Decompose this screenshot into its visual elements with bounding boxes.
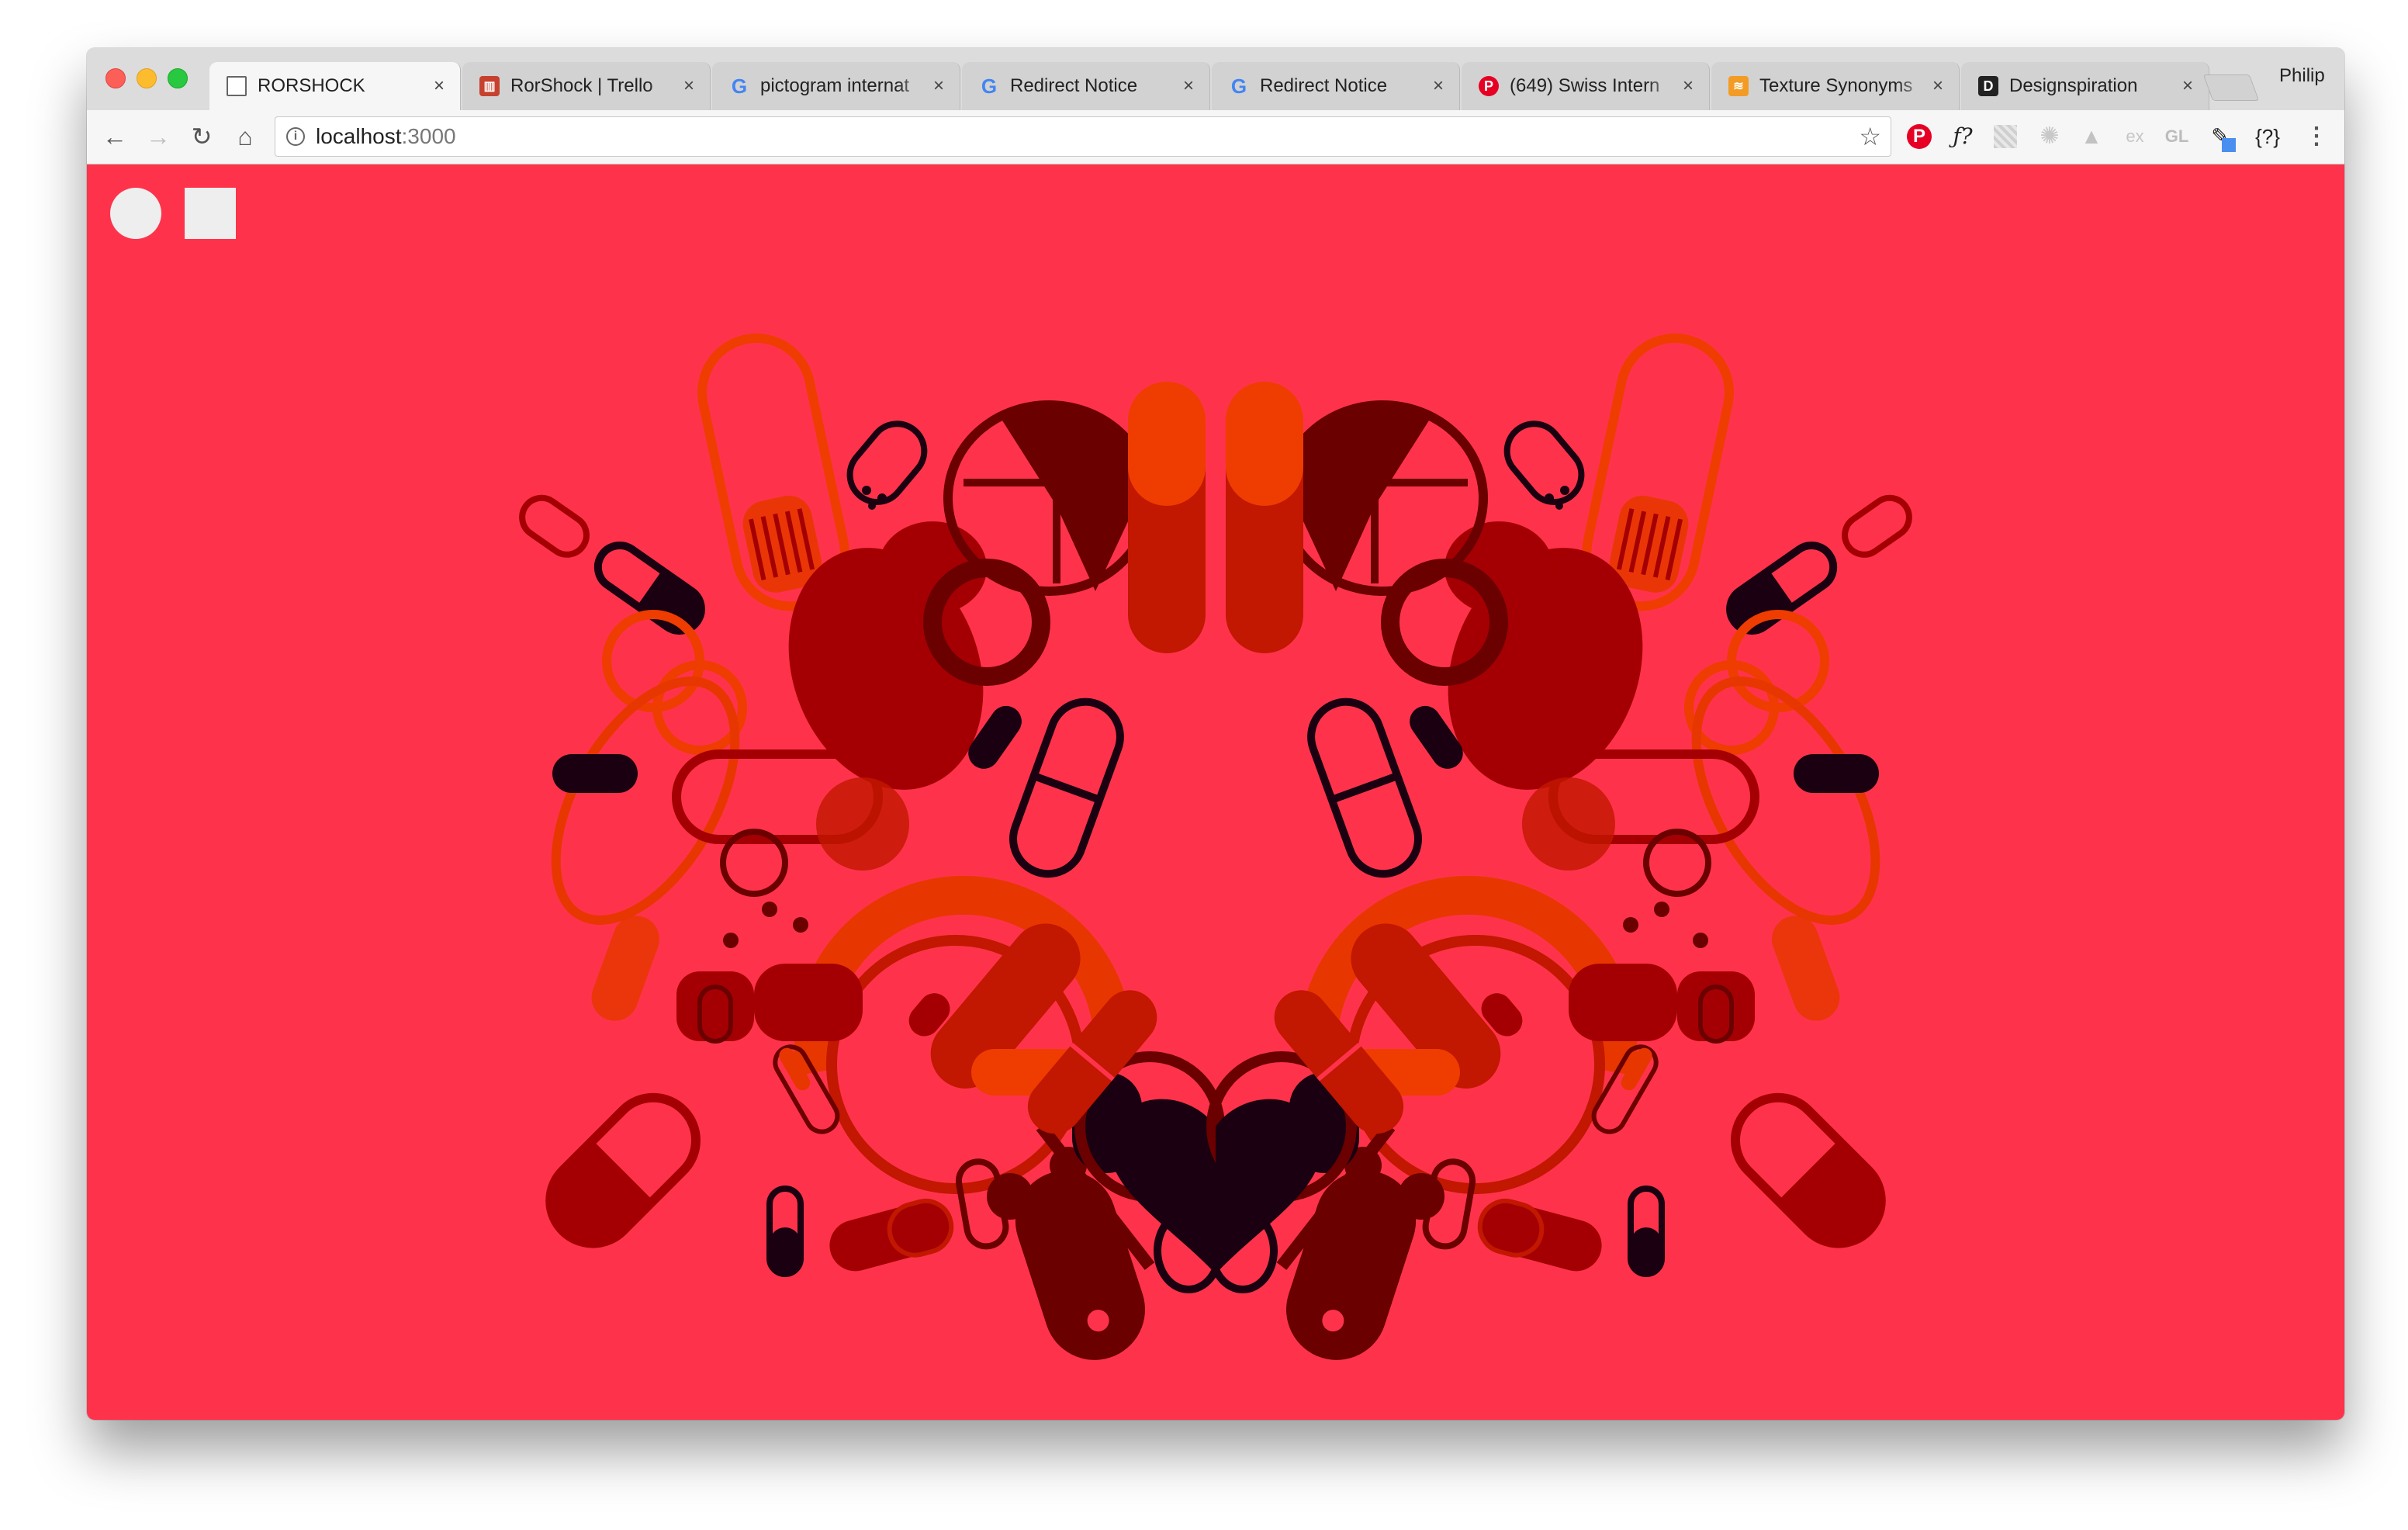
- google-icon: G: [1230, 74, 1247, 98]
- tab-rorshock[interactable]: RORSHOCK ×: [209, 62, 461, 110]
- gl-extension-icon[interactable]: GL: [2163, 123, 2191, 151]
- bookmark-star-icon[interactable]: ☆: [1859, 122, 1881, 151]
- tab-redirect-1[interactable]: G Redirect Notice ×: [962, 62, 1210, 110]
- browser-toolbar: ← → ↻ ⌂ i localhost:3000 ☆ P ƒ? ✺ ▲ ex G…: [87, 110, 2344, 164]
- tab-title: Redirect Notice: [1260, 75, 1428, 97]
- tab-trello[interactable]: ▥ RorShock | Trello ×: [462, 62, 711, 110]
- close-icon[interactable]: ×: [1928, 75, 1948, 97]
- menu-dots-icon[interactable]: ⋮: [2302, 123, 2330, 151]
- close-icon[interactable]: ×: [1428, 75, 1448, 97]
- trello-icon: ▥: [479, 76, 500, 96]
- tab-texture[interactable]: ≋ Texture Synonyms ×: [1711, 62, 1960, 110]
- close-icon[interactable]: ×: [2178, 75, 2198, 97]
- designspiration-icon: D: [1978, 76, 1998, 96]
- close-icon[interactable]: ×: [1178, 75, 1199, 97]
- page-viewport: [87, 164, 2344, 1420]
- tab-title: RORSHOCK: [258, 75, 429, 97]
- tab-designspiration[interactable]: D Designspiration ×: [1961, 62, 2209, 110]
- close-icon[interactable]: ×: [679, 75, 699, 97]
- tab-pictogram[interactable]: G pictogram internat ×: [712, 62, 960, 110]
- inkblot-right-half: [1212, 328, 1917, 1373]
- swirl-extension-icon[interactable]: ✺: [2036, 123, 2064, 151]
- address-bar[interactable]: i localhost:3000 ☆: [275, 116, 1891, 157]
- tab-redirect-2[interactable]: G Redirect Notice ×: [1212, 62, 1460, 110]
- home-icon[interactable]: ⌂: [230, 121, 261, 152]
- pinterest-extension-icon[interactable]: P: [1907, 124, 1932, 149]
- drive-extension-icon[interactable]: ▲: [2078, 123, 2105, 151]
- forward-arrow-icon[interactable]: →: [143, 121, 174, 152]
- back-arrow-icon[interactable]: ←: [99, 121, 130, 152]
- url-port: :3000: [401, 124, 456, 148]
- page-icon: [227, 76, 247, 96]
- tab-title: Texture Synonyms: [1759, 75, 1928, 97]
- close-icon[interactable]: ×: [929, 75, 949, 97]
- tab-title: Designspiration: [2009, 75, 2178, 97]
- window-close-button[interactable]: [106, 68, 126, 88]
- font-extension-icon[interactable]: ƒ?: [1949, 123, 1977, 151]
- close-icon[interactable]: ×: [1678, 75, 1698, 97]
- color-picker-badge: [2222, 138, 2236, 152]
- inkblot-left-half: [514, 328, 1220, 1373]
- browser-window: RORSHOCK × ▥ RorShock | Trello × G picto…: [87, 48, 2344, 1420]
- reload-icon[interactable]: ↻: [186, 121, 217, 152]
- tab-title: (649) Swiss Intern: [1510, 75, 1678, 97]
- tab-title: pictogram internat: [760, 75, 929, 97]
- info-icon[interactable]: i: [286, 127, 305, 146]
- google-icon: G: [731, 74, 748, 98]
- json-extension-icon[interactable]: {?}: [2248, 123, 2287, 151]
- pinterest-icon: P: [1479, 76, 1499, 96]
- window-maximize-button[interactable]: [168, 68, 188, 88]
- url-host: localhost: [316, 124, 402, 148]
- tab-title: RorShock | Trello: [510, 75, 679, 97]
- ex-extension-icon[interactable]: ex: [2121, 123, 2149, 151]
- grid-extension-icon[interactable]: [1994, 125, 2017, 148]
- google-icon: G: [981, 74, 998, 98]
- new-tab-button[interactable]: [2202, 74, 2260, 101]
- tab-strip: RORSHOCK × ▥ RorShock | Trello × G picto…: [87, 48, 2344, 110]
- inkblot-artwork: [87, 164, 2344, 1420]
- tab-pinterest[interactable]: P (649) Swiss Intern ×: [1462, 62, 1710, 110]
- close-icon[interactable]: ×: [429, 75, 449, 97]
- texture-icon: ≋: [1728, 76, 1749, 96]
- profile-name[interactable]: Philip: [2279, 65, 2325, 87]
- tab-title: Redirect Notice: [1010, 75, 1178, 97]
- window-minimize-button[interactable]: [137, 68, 157, 88]
